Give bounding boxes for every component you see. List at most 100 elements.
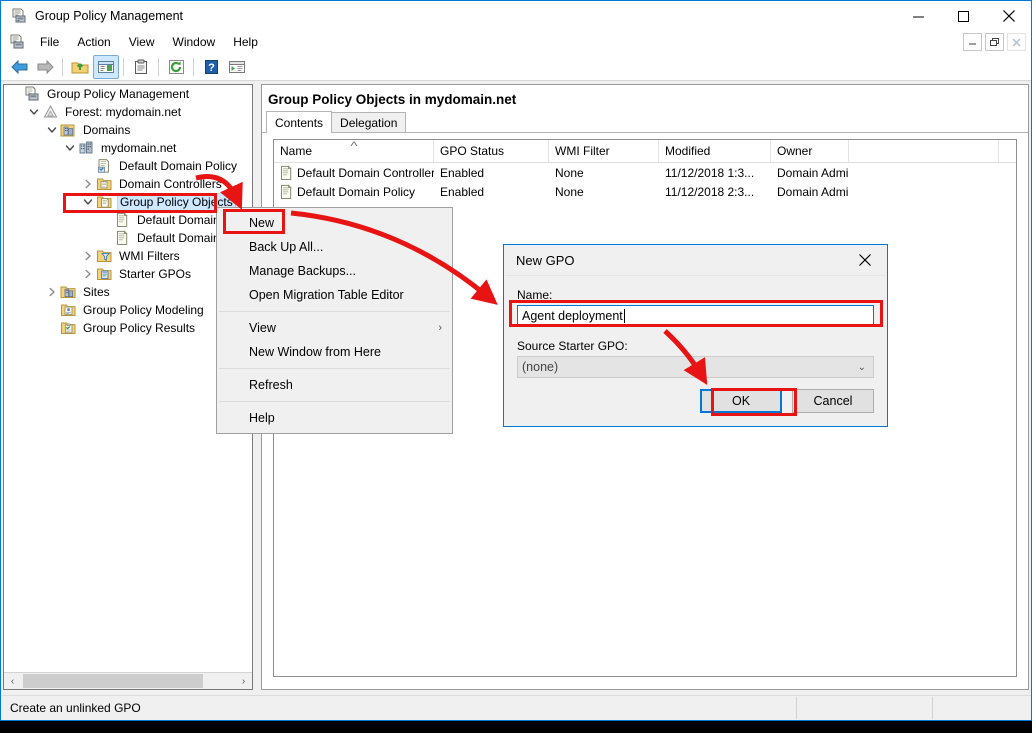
cell-owner: Domain Admi... xyxy=(771,166,849,180)
mdi-minimize-button[interactable] xyxy=(963,33,982,51)
column-header-modified[interactable]: Modified xyxy=(659,140,771,162)
scroll-track[interactable] xyxy=(21,673,235,689)
gpo-link-icon xyxy=(96,158,113,174)
column-header-label: Owner xyxy=(777,144,812,158)
cancel-button[interactable]: Cancel xyxy=(792,389,874,413)
tree-item-wmi-filters[interactable]: WMI Filters xyxy=(4,247,252,265)
properties-icon[interactable] xyxy=(128,55,154,79)
tree-item-label: Group Policy Management xyxy=(45,86,191,102)
tree-horizontal-scrollbar[interactable]: ‹ › xyxy=(4,672,252,689)
chevron-down-icon[interactable] xyxy=(80,194,96,210)
tree-item-group-policy-objects[interactable]: Group Policy Objects xyxy=(4,193,252,211)
tree-item-group-policy-results[interactable]: Group Policy Results xyxy=(4,319,252,337)
gpo-name-input[interactable]: Agent deployment xyxy=(517,305,874,327)
menu-item-back-up-all[interactable]: Back Up All... xyxy=(217,235,452,259)
cell-text: Default Domain Controller... xyxy=(297,166,434,180)
chevron-right-icon[interactable] xyxy=(80,176,96,192)
starter-gpo-icon xyxy=(96,266,113,282)
up-folder-icon[interactable] xyxy=(67,55,93,79)
column-header-gpo-status[interactable]: GPO Status xyxy=(434,140,549,162)
menu-item-help[interactable]: Help xyxy=(217,406,452,430)
menu-view[interactable]: View xyxy=(120,33,164,51)
list-body[interactable]: Default Domain Controller...EnabledNone1… xyxy=(274,163,1016,201)
gpo-icon xyxy=(278,165,293,181)
tree-item-group-policy-modeling[interactable]: Group Policy Modeling xyxy=(4,301,252,319)
menu-bar: File Action View Window Help xyxy=(1,31,1031,53)
tab-delegation[interactable]: Delegation xyxy=(331,112,406,133)
forward-icon[interactable] xyxy=(32,55,58,79)
twisty-spacer xyxy=(98,212,114,228)
column-header-name[interactable]: Name˄ xyxy=(274,140,434,162)
gpo-icon xyxy=(114,212,131,228)
console-tree[interactable]: Group Policy ManagementForest: mydomain.… xyxy=(4,85,252,672)
menu-file[interactable]: File xyxy=(31,33,68,51)
mdi-window-controls xyxy=(960,33,1031,51)
tree-item-forest-mydomain-net[interactable]: Forest: mydomain.net xyxy=(4,103,252,121)
chevron-down-icon[interactable] xyxy=(44,122,60,138)
maximize-icon[interactable] xyxy=(941,1,986,31)
tree-item-group-policy-management[interactable]: Group Policy Management xyxy=(4,85,252,103)
menu-item-open-migration-table-editor[interactable]: Open Migration Table Editor xyxy=(217,283,452,307)
dialog-title: New GPO xyxy=(516,253,575,268)
show-hide-tree-icon[interactable] xyxy=(93,55,119,79)
tree-item-default-domain-c[interactable]: Default Domain C xyxy=(4,211,252,229)
twisty-spacer xyxy=(8,86,24,102)
tree-item-default-domain-p[interactable]: Default Domain P xyxy=(4,229,252,247)
tree-item-domains[interactable]: Domains xyxy=(4,121,252,139)
window-controls xyxy=(896,1,1031,31)
gpo-icon xyxy=(278,184,293,200)
menu-item-manage-backups[interactable]: Manage Backups... xyxy=(217,259,452,283)
back-icon[interactable] xyxy=(6,55,32,79)
close-icon[interactable] xyxy=(986,1,1031,31)
export-list-icon[interactable] xyxy=(224,55,250,79)
chevron-right-icon[interactable] xyxy=(80,248,96,264)
status-segment-3 xyxy=(933,696,1031,720)
chevron-right-icon[interactable] xyxy=(44,284,60,300)
mdi-restore-button[interactable] xyxy=(985,33,1004,51)
ok-button[interactable]: OK xyxy=(700,389,782,413)
context-menu[interactable]: NewBack Up All...Manage Backups...Open M… xyxy=(216,207,453,434)
minimize-icon[interactable] xyxy=(896,1,941,31)
mdi-close-button[interactable] xyxy=(1007,33,1026,51)
tree-item-domain-controllers[interactable]: Domain Controllers xyxy=(4,175,252,193)
chevron-down-icon[interactable] xyxy=(26,104,42,120)
tab-contents[interactable]: Contents xyxy=(266,111,332,133)
scroll-right-icon[interactable]: › xyxy=(235,673,252,689)
cell-text: 11/12/2018 1:3... xyxy=(665,166,754,180)
cell-wmi-filter: None xyxy=(549,166,659,180)
table-row[interactable]: Default Domain Controller...EnabledNone1… xyxy=(274,163,1016,182)
menu-item-view[interactable]: View› xyxy=(217,316,452,340)
column-header-wmi-filter[interactable]: WMI Filter xyxy=(549,140,659,162)
tree-item-sites[interactable]: Sites xyxy=(4,283,252,301)
column-header-owner[interactable]: Owner xyxy=(771,140,849,162)
chevron-down-icon[interactable] xyxy=(62,140,78,156)
menu-item-label: New Window from Here xyxy=(249,345,381,359)
chevron-right-icon[interactable] xyxy=(80,266,96,282)
scroll-left-icon[interactable]: ‹ xyxy=(4,673,21,689)
cell-name: Default Domain Policy xyxy=(274,184,434,200)
tree-item-mydomain-net[interactable]: mydomain.net xyxy=(4,139,252,157)
help-icon[interactable]: ? xyxy=(198,55,224,79)
tree-item-default-domain-policy[interactable]: Default Domain Policy xyxy=(4,157,252,175)
menu-help[interactable]: Help xyxy=(224,33,267,51)
menu-item-new-window-from-here[interactable]: New Window from Here xyxy=(217,340,452,364)
toolbar-separator xyxy=(123,58,124,76)
menu-window[interactable]: Window xyxy=(164,33,225,51)
table-row[interactable]: Default Domain PolicyEnabledNone11/12/20… xyxy=(274,182,1016,201)
gpo-name-value: Agent deployment xyxy=(522,309,623,323)
tree-item-label: mydomain.net xyxy=(99,140,178,156)
source-starter-gpo-dropdown[interactable]: (none) ⌄ xyxy=(517,356,874,378)
menu-action[interactable]: Action xyxy=(68,33,119,51)
cell-modified: 11/12/2018 2:3... xyxy=(659,185,771,199)
tab-underline xyxy=(262,132,1028,133)
menu-item-refresh[interactable]: Refresh xyxy=(217,373,452,397)
refresh-icon[interactable] xyxy=(163,55,189,79)
domain-icon xyxy=(78,140,95,156)
column-header-blank[interactable] xyxy=(849,140,999,162)
close-icon[interactable] xyxy=(843,245,887,275)
menu-item-new[interactable]: New xyxy=(217,211,452,235)
source-starter-gpo-label: Source Starter GPO: xyxy=(517,339,886,353)
tree-item-starter-gpos[interactable]: Starter GPOs xyxy=(4,265,252,283)
list-header-row[interactable]: Name˄GPO StatusWMI FilterModified Owner xyxy=(274,140,1016,163)
scroll-thumb[interactable] xyxy=(23,674,203,688)
